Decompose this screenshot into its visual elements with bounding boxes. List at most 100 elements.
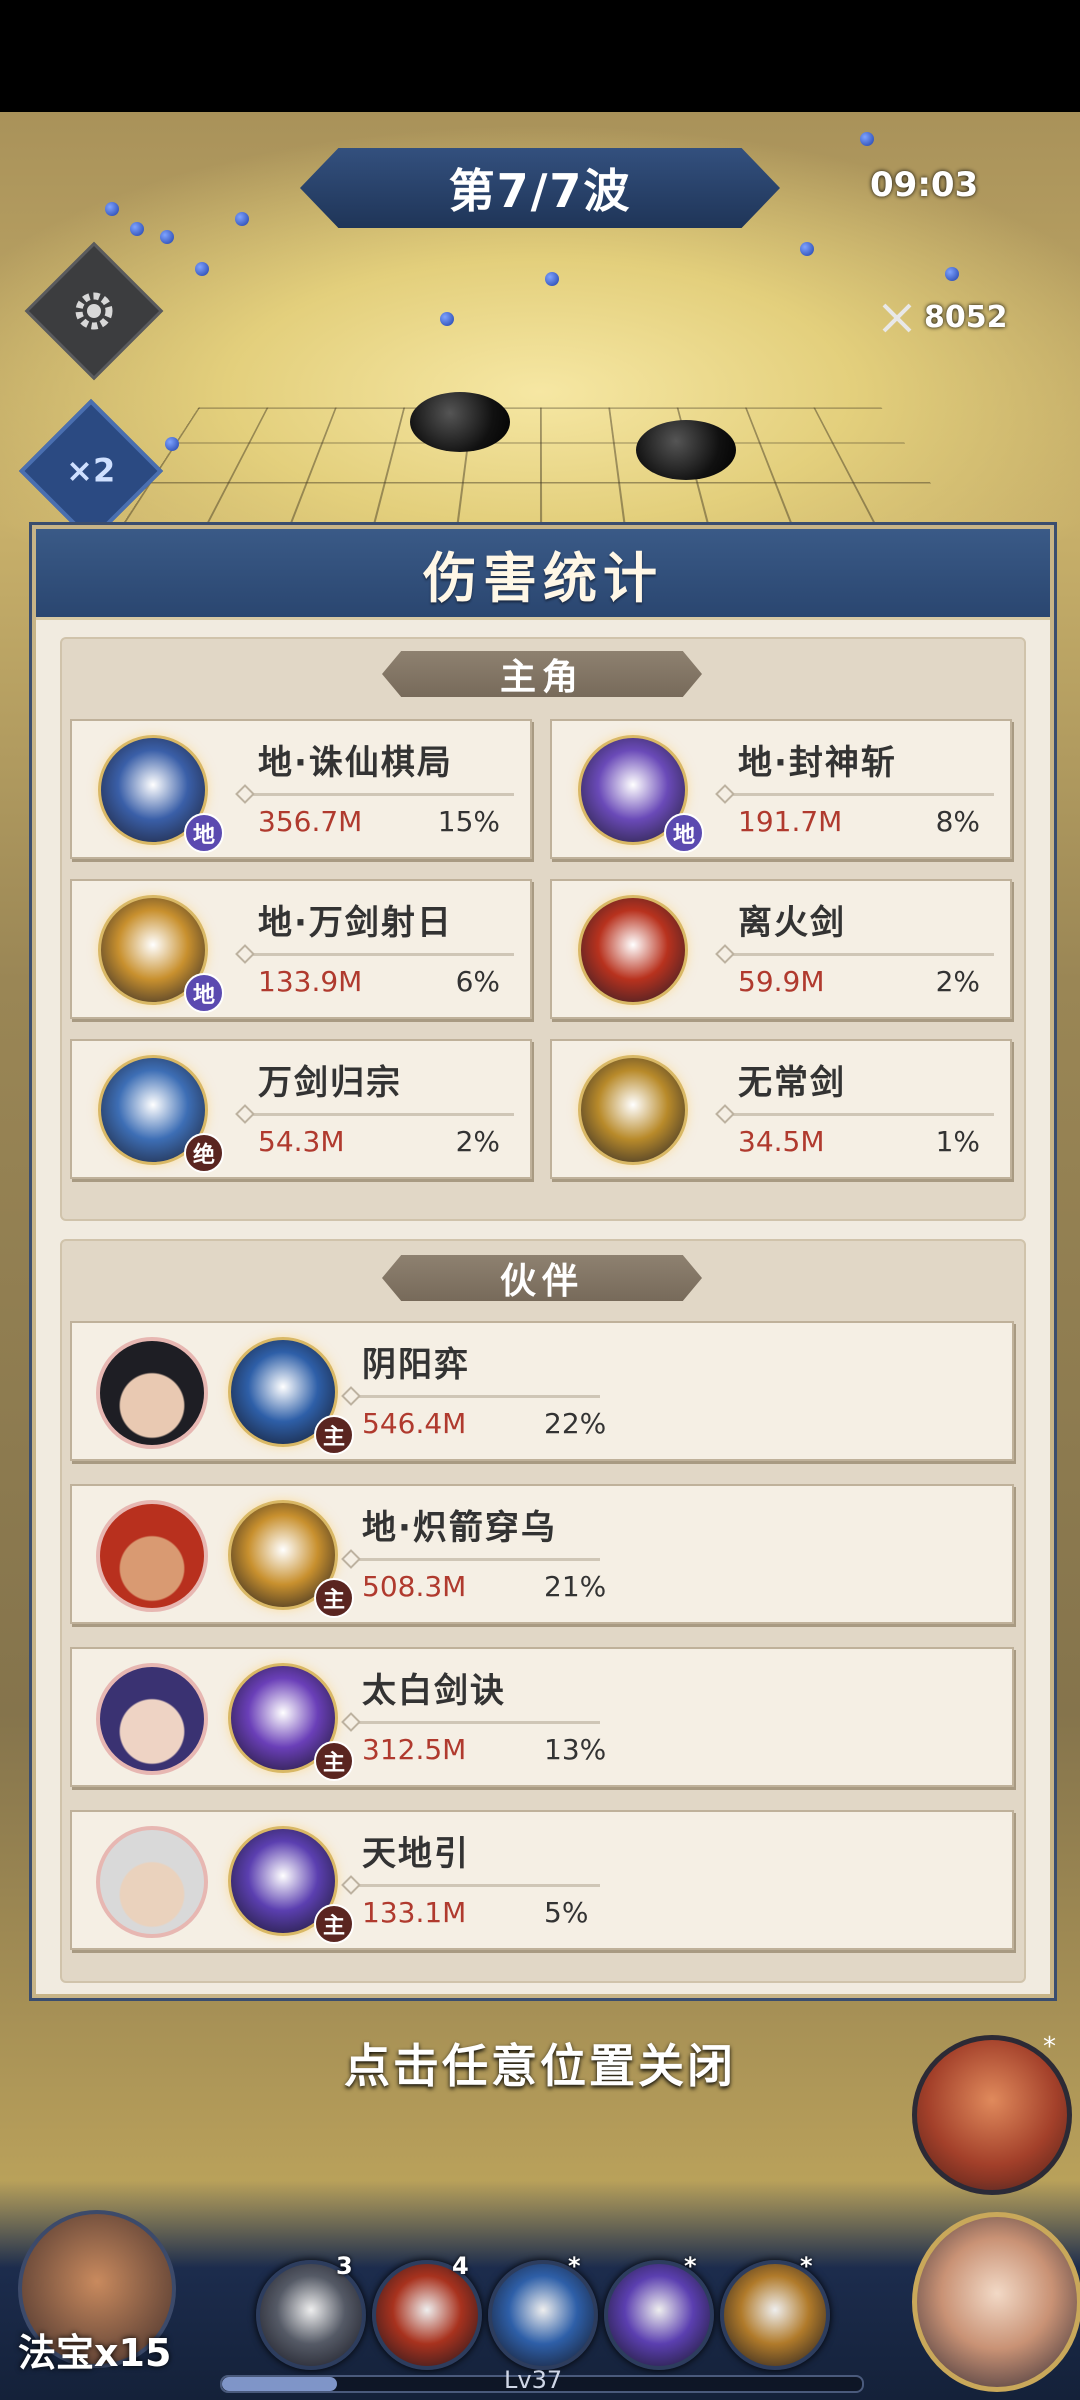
damage-bar	[350, 1884, 600, 1887]
level-label: Lv37	[504, 2366, 563, 2394]
star-icon: *	[1043, 2032, 1056, 2062]
skill-name: 地·诛仙棋局	[258, 743, 453, 783]
speed-label: ×2	[66, 451, 116, 490]
protagonist-tag: 主角	[382, 651, 702, 697]
damage-percent: 8%	[935, 805, 980, 838]
partner-card: 主 太白剑诀 312.5M 13%	[70, 1647, 1014, 1787]
orb	[235, 212, 249, 226]
slot-count: 4	[452, 2252, 469, 2280]
gear-icon	[75, 292, 113, 330]
orb	[165, 437, 179, 451]
orb	[800, 242, 814, 256]
damage-bar	[244, 953, 514, 956]
skill-badge: 地	[664, 813, 704, 853]
damage-percent: 6%	[455, 965, 500, 998]
damage-percent: 2%	[935, 965, 980, 998]
damage-value: 54.3M	[258, 1125, 345, 1158]
skill-badge: 主	[314, 1904, 354, 1944]
damage-percent: 15%	[437, 805, 500, 838]
skill-name: 地·封神斩	[738, 743, 897, 783]
damage-value: 59.9M	[738, 965, 825, 998]
partner-tag: 伙伴	[382, 1255, 702, 1301]
skill-slot[interactable]	[488, 2260, 598, 2370]
skill-name: 无常剑	[738, 1063, 846, 1103]
partner-card: 主 天地引 133.1M 5%	[70, 1810, 1014, 1950]
skill-slot[interactable]	[720, 2260, 830, 2370]
damage-bar	[350, 1395, 600, 1398]
orb	[105, 202, 119, 216]
black-stone	[410, 392, 510, 452]
damage-value: 508.3M	[362, 1570, 467, 1603]
kill-count: 8052	[924, 300, 1008, 335]
damage-value: 546.4M	[362, 1407, 467, 1440]
panel-header: 伤害统计	[36, 529, 1050, 620]
damage-stats-panel: 伤害统计 主角 地 地·诛仙棋局 356.7M 15% 地 地·封神斩 191.…	[32, 525, 1054, 1998]
wave-text: 第7/7波	[448, 164, 632, 218]
skill-badge: 主	[314, 1578, 354, 1618]
slot-count: 3	[336, 2252, 353, 2280]
skill-card: 离火剑 59.9M 2%	[550, 879, 1012, 1019]
skill-badge: 绝	[184, 1133, 224, 1173]
partner-avatar	[96, 1500, 208, 1612]
slot-count: *	[800, 2252, 813, 2280]
orb	[440, 312, 454, 326]
damage-percent: 2%	[455, 1125, 500, 1158]
skill-name: 离火剑	[738, 903, 846, 943]
skill-card: 无常剑 34.5M 1%	[550, 1039, 1012, 1179]
damage-bar	[244, 1113, 514, 1116]
skill-slot[interactable]	[604, 2260, 714, 2370]
skill-card: 地 地·万剑射日 133.9M 6%	[70, 879, 532, 1019]
partner-card: 主 地·炽箭穿乌 508.3M 21%	[70, 1484, 1014, 1624]
partner-skill-name: 地·炽箭穿乌	[362, 1508, 557, 1548]
partner-skill-name: 太白剑诀	[362, 1671, 506, 1711]
skill-badge: 主	[314, 1415, 354, 1455]
black-stone	[636, 420, 736, 480]
damage-bar	[244, 793, 514, 796]
skill-name: 万剑归宗	[258, 1063, 402, 1103]
damage-percent: 22%	[544, 1407, 607, 1440]
damage-value: 356.7M	[258, 805, 363, 838]
damage-bar	[724, 953, 994, 956]
status-bar-area	[0, 0, 1080, 112]
slot-count: *	[568, 2252, 581, 2280]
damage-value: 312.5M	[362, 1733, 467, 1766]
damage-value: 133.1M	[362, 1896, 467, 1929]
timer: 09:03	[870, 165, 979, 205]
damage-percent: 5%	[544, 1896, 589, 1929]
damage-percent: 21%	[544, 1570, 607, 1603]
damage-percent: 1%	[935, 1125, 980, 1158]
orb	[130, 222, 144, 236]
partner-label: 伙伴	[499, 1261, 584, 1302]
panel-title: 伤害统计	[423, 546, 663, 610]
partner-avatar	[96, 1663, 208, 1775]
damage-value: 133.9M	[258, 965, 363, 998]
partner-avatar	[96, 1826, 208, 1938]
protagonist-label: 主角	[499, 657, 584, 698]
fabao-label: 法宝x15	[18, 2331, 172, 2375]
kill-counter: 8052	[880, 300, 1008, 335]
crossed-swords-icon	[882, 303, 912, 332]
partner-skill-name: 天地引	[362, 1834, 470, 1874]
hero-portrait-button[interactable]	[912, 2212, 1080, 2392]
damage-percent: 13%	[544, 1733, 607, 1766]
partner-avatar	[96, 1337, 208, 1449]
skill-badge: 地	[184, 973, 224, 1013]
skill-card: 地 地·封神斩 191.7M 8%	[550, 719, 1012, 859]
skill-icon	[578, 1055, 688, 1165]
skill-badge: 主	[314, 1741, 354, 1781]
damage-bar	[350, 1558, 600, 1561]
skill-badge: 地	[184, 813, 224, 853]
slot-count: *	[684, 2252, 697, 2280]
partner-card: 主 阴阳弈 546.4M 22%	[70, 1321, 1014, 1461]
skill-card: 地 地·诛仙棋局 356.7M 15%	[70, 719, 532, 859]
skill-name: 地·万剑射日	[258, 903, 453, 943]
partner-skill-name: 阴阳弈	[362, 1345, 470, 1385]
orb	[160, 230, 174, 244]
damage-value: 34.5M	[738, 1125, 825, 1158]
damage-bar	[724, 793, 994, 796]
orb	[860, 132, 874, 146]
orb	[195, 262, 209, 276]
skill-card: 绝 万剑归宗 54.3M 2%	[70, 1039, 532, 1179]
side-character-portrait[interactable]: *	[912, 2032, 1072, 2195]
skill-icon	[578, 895, 688, 1005]
